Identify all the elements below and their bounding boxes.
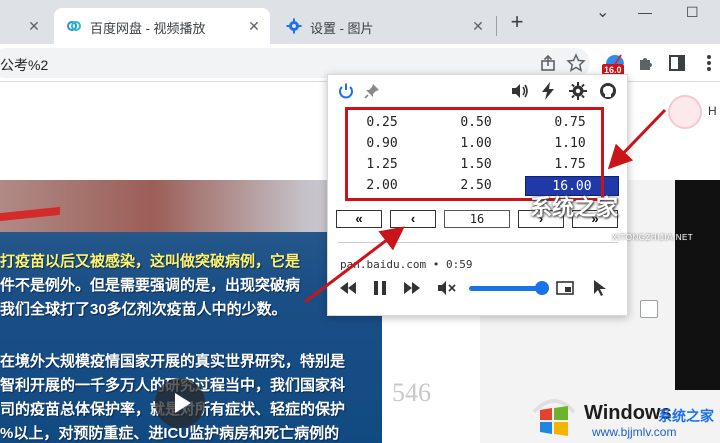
windows-logo-icon bbox=[530, 392, 578, 436]
watermark-windows-url: www.bjjmlv.com bbox=[592, 425, 677, 439]
watermark-windows-cn: 系统之家 bbox=[658, 408, 714, 424]
arrow-to-speed-grid bbox=[607, 108, 667, 170]
watermark-site-url: XITONGZHIJIA.NET bbox=[612, 233, 694, 242]
arrow-to-decrease-button bbox=[304, 226, 405, 304]
browser-window: ✕ 百度网盘 - 视频播放 ✕ 设置 - 图片 ✕ + ⌄ — ☐ 公考%2 1… bbox=[0, 0, 720, 443]
watermark-site-name: 系统之家 bbox=[530, 195, 619, 220]
